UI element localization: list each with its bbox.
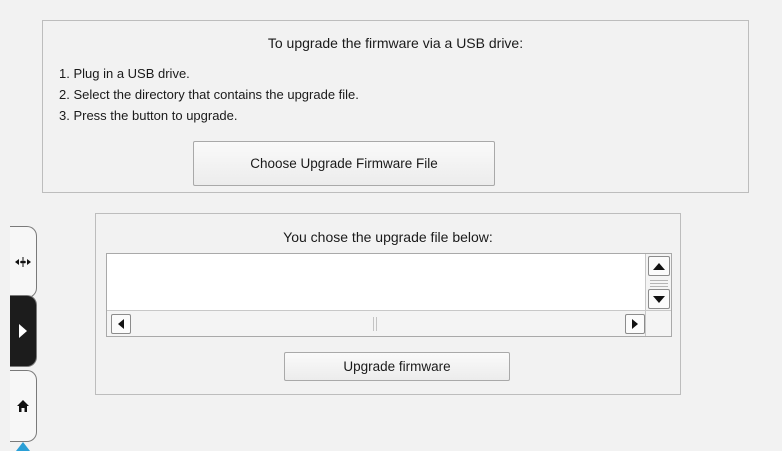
vertical-scroll-thumb[interactable] [650, 278, 668, 288]
step-1: 1. Plug in a USB drive. [59, 66, 190, 81]
instructions-title: To upgrade the firmware via a USB drive: [267, 35, 524, 51]
scrollbar-corner [645, 310, 671, 336]
active-indicator-icon [16, 442, 30, 451]
network-icon [15, 257, 31, 267]
step-2: 2. Select the directory that contains th… [59, 87, 359, 102]
upgrade-firmware-button[interactable]: Upgrade firmware [284, 352, 510, 381]
scroll-right-button[interactable] [625, 314, 645, 334]
tab-network[interactable] [10, 226, 37, 298]
home-icon [17, 400, 29, 412]
arrow-left-icon [118, 319, 124, 329]
side-tab-rail [0, 220, 40, 451]
arrow-down-icon [653, 295, 665, 303]
vertical-scrollbar[interactable] [645, 254, 671, 312]
scroll-down-button[interactable] [648, 289, 670, 309]
firmware-upgrade-page: To upgrade the firmware via a USB drive:… [0, 0, 782, 451]
arrow-up-icon [653, 262, 665, 270]
horizontal-scrollbar[interactable] [107, 310, 647, 336]
tab-play[interactable] [10, 295, 37, 367]
scroll-left-button[interactable] [111, 314, 131, 334]
selected-file-display[interactable] [106, 253, 672, 337]
tab-home[interactable] [10, 370, 37, 442]
instructions-steps: 1. Plug in a USB drive. 2. Select the di… [59, 63, 359, 126]
scroll-up-button[interactable] [648, 256, 670, 276]
choose-firmware-file-button[interactable]: Choose Upgrade Firmware File [193, 141, 495, 186]
selected-file-title: You chose the upgrade file below: [283, 229, 493, 245]
horizontal-scroll-thumb[interactable] [373, 317, 379, 331]
usb-instructions-panel: To upgrade the firmware via a USB drive:… [42, 20, 749, 193]
arrow-right-icon [632, 319, 638, 329]
step-3: 3. Press the button to upgrade. [59, 108, 238, 123]
play-icon [19, 324, 27, 338]
selected-file-panel: You chose the upgrade file below: Upgrad… [95, 213, 681, 395]
